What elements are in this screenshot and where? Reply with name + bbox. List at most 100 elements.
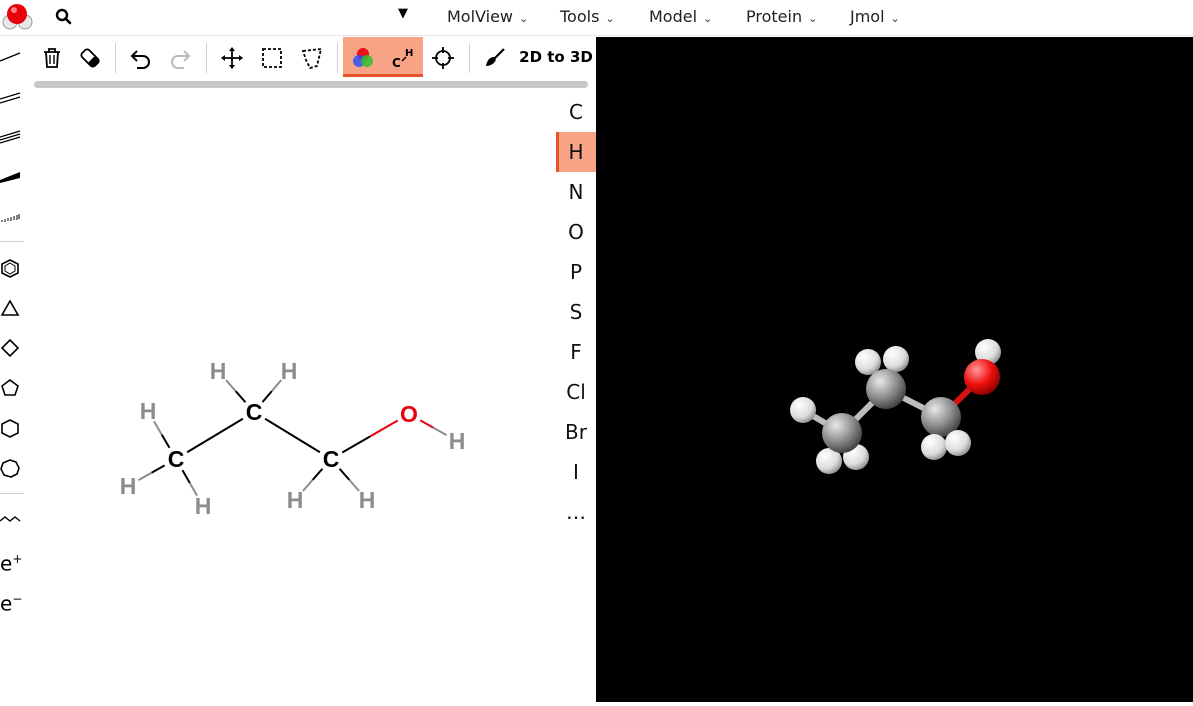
bond-line[interactable] <box>234 390 247 403</box>
benzene-tool[interactable] <box>0 251 26 287</box>
atom-label-c[interactable]: C <box>323 446 340 472</box>
double-bond-tool[interactable] <box>0 79 26 115</box>
element-button-f[interactable]: F <box>556 332 596 372</box>
clean-button[interactable] <box>475 37 515 77</box>
menu-tools[interactable]: Tools ⌄ <box>560 0 615 34</box>
cycloheptane-tool[interactable] <box>0 451 26 487</box>
bond-line[interactable] <box>151 464 166 474</box>
menu-protein[interactable]: Protein ⌄ <box>746 0 817 34</box>
cyclopentane-tool[interactable] <box>0 371 26 407</box>
element-button-br[interactable]: Br <box>556 412 596 452</box>
redo-icon <box>171 50 191 69</box>
bond-line[interactable] <box>137 471 153 481</box>
single-bond-tool[interactable] <box>0 39 26 75</box>
rectangle-select-icon <box>262 48 282 68</box>
element-button-s[interactable]: S <box>556 292 596 332</box>
benzene-icon <box>1 259 19 278</box>
bond-line[interactable] <box>291 434 321 454</box>
cyclopropane-tool[interactable] <box>0 291 26 327</box>
menu-model[interactable]: Model ⌄ <box>649 0 712 34</box>
bond-line[interactable] <box>419 419 434 429</box>
search-dropdown-icon[interactable]: ▼ <box>398 6 408 21</box>
sketcher-canvas[interactable]: C C C O H H H H H H H H <box>32 90 556 702</box>
show-hydrogens-button[interactable]: C H <box>383 37 423 77</box>
wedge-bond-icon <box>0 172 20 183</box>
bond-line[interactable] <box>338 468 351 481</box>
atom-label-h[interactable]: H <box>449 428 466 454</box>
toolbar-divider <box>206 43 207 73</box>
lasso-select-button[interactable] <box>292 37 332 77</box>
atom-label-o[interactable]: O <box>400 401 418 427</box>
atom-label-h[interactable]: H <box>120 473 137 499</box>
bond-line[interactable] <box>302 479 314 492</box>
element-button-n[interactable]: N <box>556 172 596 212</box>
triple-bond-tool[interactable] <box>0 119 26 155</box>
heptagon-icon <box>0 459 20 478</box>
bond-line[interactable] <box>225 379 237 392</box>
center-button[interactable] <box>423 37 463 77</box>
cyclobutane-tool[interactable] <box>0 331 26 367</box>
bond-line[interactable] <box>348 479 360 492</box>
sketcher-toolbar: C H 2D to 3D <box>32 37 596 77</box>
atom-label-h[interactable]: H <box>195 493 212 519</box>
propanol-ball-and-stick <box>790 339 1001 474</box>
atom-label-h[interactable]: H <box>210 358 227 384</box>
atom-label-h[interactable]: H <box>287 487 304 513</box>
molview-logo-icon[interactable] <box>1 1 33 33</box>
hash-bond-tool[interactable] <box>0 199 26 235</box>
menu-bar: ▼ MolView ⌄ Tools ⌄ Model ⌄ Protein ⌄ Jmol ⌄ <box>0 0 1193 36</box>
hash-bond-icon <box>1 214 20 222</box>
bond-line[interactable] <box>311 468 324 481</box>
cyclohexane-tool[interactable] <box>0 411 26 447</box>
atom-label-h[interactable]: H <box>281 358 298 384</box>
charge-plus-sup: + <box>12 552 23 566</box>
positive-charge-tool[interactable]: e+ <box>0 549 22 574</box>
element-button-cl[interactable]: Cl <box>556 372 596 412</box>
bond-line[interactable] <box>181 469 191 484</box>
rectangle-select-button[interactable] <box>252 37 292 77</box>
toolbar-scrollbar[interactable] <box>34 81 588 88</box>
atom-label-h[interactable]: H <box>140 398 157 424</box>
atom-label-c[interactable]: C <box>168 446 185 472</box>
negative-charge-tool[interactable]: e− <box>0 589 22 614</box>
atom-ball-o <box>964 359 1000 395</box>
bond-line[interactable] <box>186 434 216 454</box>
triple-bond-icon <box>0 130 21 144</box>
svg-text:H: H <box>405 48 413 59</box>
atom-ball-h <box>921 434 947 460</box>
convert-2d-to-3d-button[interactable]: 2D to 3D <box>516 37 596 77</box>
menu-jmol[interactable]: Jmol ⌄ <box>850 0 900 34</box>
clear-button[interactable] <box>32 37 72 77</box>
chevron-down-icon: ⌄ <box>703 12 713 25</box>
charge-minus-sup: − <box>12 592 23 606</box>
element-button-o[interactable]: O <box>556 212 596 252</box>
element-button-c[interactable]: C <box>556 92 596 132</box>
search-icon[interactable] <box>55 8 73 26</box>
chain-tool[interactable] <box>0 501 26 537</box>
eraser-button[interactable] <box>70 37 110 77</box>
bond-line[interactable] <box>369 419 399 438</box>
chevron-down-icon: ⌄ <box>519 12 529 25</box>
atom-ball-h <box>945 430 971 456</box>
menu-molview[interactable]: MolView ⌄ <box>447 0 528 34</box>
atom-label-h[interactable]: H <box>359 487 376 513</box>
bond-line[interactable] <box>214 417 244 437</box>
undo-button[interactable] <box>121 37 161 77</box>
element-button-h[interactable]: H <box>556 132 596 172</box>
bond-line[interactable] <box>432 426 448 436</box>
bond-line[interactable] <box>341 435 371 454</box>
element-button-i[interactable]: I <box>556 452 596 492</box>
molecule-3d-viewer[interactable] <box>596 37 1193 702</box>
color-mode-button[interactable] <box>343 37 383 77</box>
bond-line[interactable] <box>261 390 273 403</box>
search-input[interactable] <box>80 6 394 30</box>
element-button-more[interactable]: … <box>556 492 596 532</box>
wedge-bond-tool[interactable] <box>0 159 26 195</box>
toolbar-divider <box>0 241 24 242</box>
atom-label-c[interactable]: C <box>246 399 263 425</box>
move-button[interactable] <box>212 37 252 77</box>
atom-layer: C C C O H H H H H H H H <box>120 358 466 519</box>
redo-button[interactable] <box>160 37 200 77</box>
bond-line[interactable] <box>264 417 294 437</box>
element-button-p[interactable]: P <box>556 252 596 292</box>
